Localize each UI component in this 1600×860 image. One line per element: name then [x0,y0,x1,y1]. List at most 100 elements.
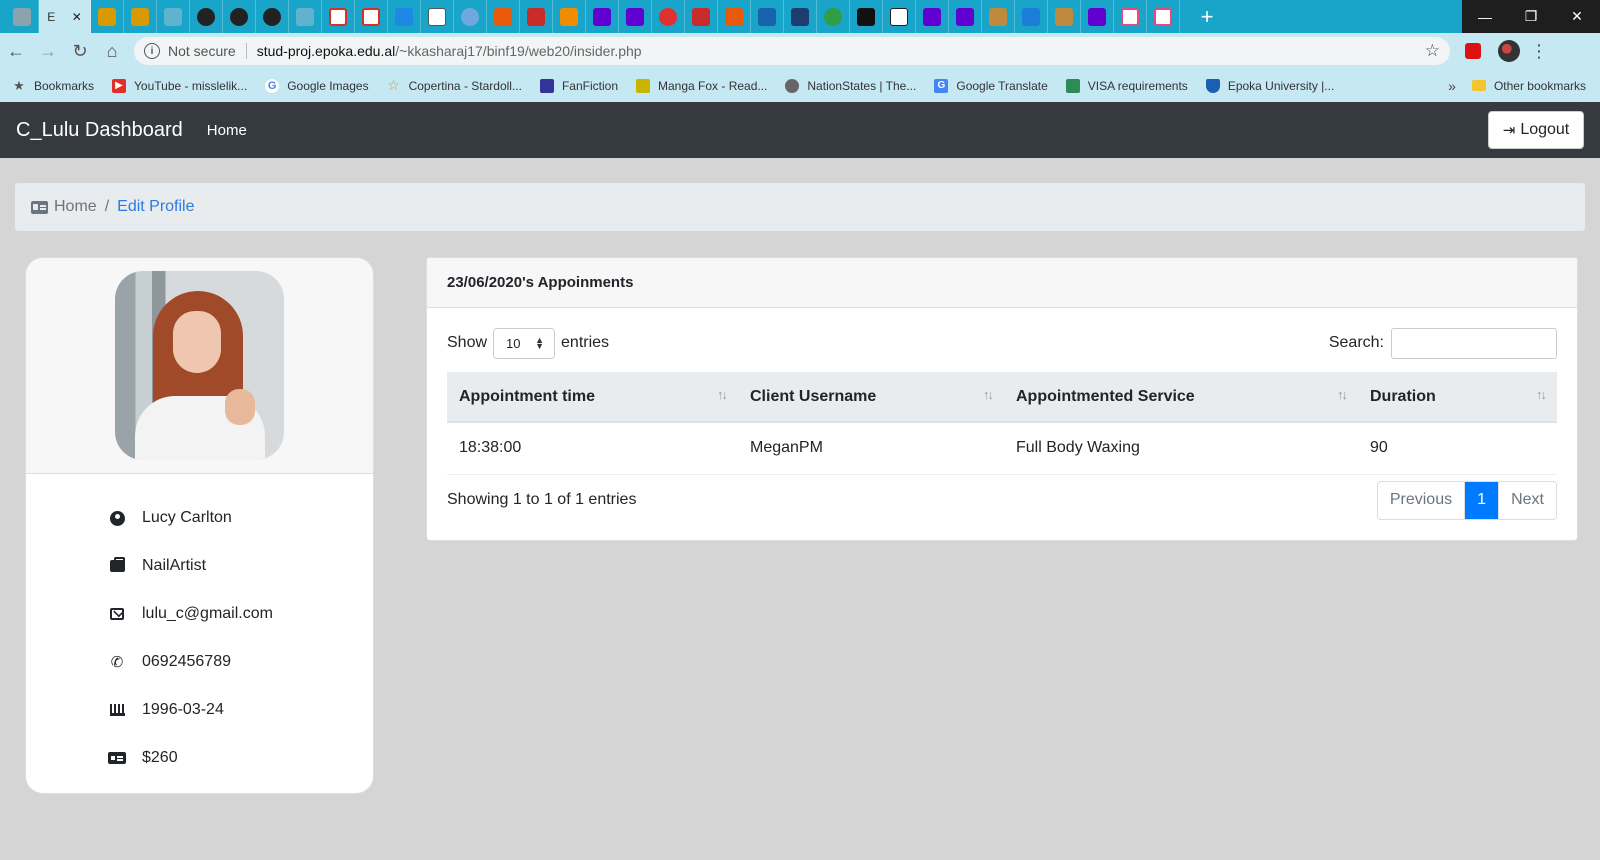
browser-tab[interactable] [124,0,157,33]
browser-tab[interactable] [256,0,289,33]
browser-tab[interactable] [751,0,784,33]
browser-tab[interactable] [520,0,553,33]
home-icon[interactable]: ⌂ [96,35,128,67]
favicon-icon [1022,7,1040,26]
browser-tab[interactable] [1048,0,1081,33]
browser-tab[interactable] [190,0,223,33]
browser-tab[interactable] [289,0,322,33]
new-tab-button[interactable]: + [1192,0,1222,33]
bookmarks-overflow-icon[interactable]: » [1448,78,1456,94]
bookmark-item[interactable]: NationStates | The... [785,78,916,93]
browser-tab[interactable] [619,0,652,33]
previous-page-button[interactable]: Previous [1378,481,1466,519]
bookmark-item[interactable]: Manga Fox - Read... [636,78,767,93]
bookmark-star-icon[interactable]: ☆ [1425,41,1440,61]
browser-tab[interactable] [6,0,39,33]
bookmark-item[interactable]: G Google Translate [934,78,1048,93]
profile-phone-row: ✆ 0692456789 [26,638,373,686]
phone-icon: ✆ [110,654,124,671]
extension-icon[interactable] [1458,36,1488,66]
youtube-icon: ▶ [112,78,127,93]
page-1-button[interactable]: 1 [1465,481,1500,519]
browser-tab[interactable] [685,0,718,33]
money-check-icon [108,749,126,767]
bookmark-item[interactable]: VISA requirements [1065,78,1188,93]
profile-role: NailArtist [142,557,207,574]
profile-phone: 0692456789 [142,653,231,670]
restore-button[interactable]: ❐ [1508,0,1554,33]
browser-tab[interactable] [91,0,124,33]
close-window-button[interactable]: ✕ [1554,0,1600,33]
browser-tab[interactable] [1081,0,1114,33]
browser-tab[interactable] [949,0,982,33]
logout-label: Logout [1520,121,1570,138]
column-header-duration[interactable]: Duration ↑↓ [1358,372,1557,423]
mangafox-icon [636,78,650,93]
yahoo-icon [626,7,644,26]
next-page-button[interactable]: Next [1499,482,1556,519]
minimize-button[interactable]: — [1462,0,1508,33]
browser-tab[interactable] [421,0,454,33]
browser-tab[interactable] [817,0,850,33]
bookmark-item[interactable]: ☆ Copertina - Stardoll... [387,77,522,93]
profile-avatar[interactable] [1498,40,1520,62]
gmail-icon [329,7,347,26]
brand-title[interactable]: C_Lulu Dashboard [16,119,183,142]
browser-tab[interactable] [883,0,916,33]
fanfiction-icon [539,78,554,93]
search-input[interactable] [1391,327,1557,359]
yahoo-icon [1088,7,1106,26]
browser-tab[interactable] [355,0,388,33]
browser-tab[interactable] [487,0,520,33]
info-icon[interactable]: i [144,43,160,59]
bookmark-item[interactable]: ★ Bookmarks [12,78,94,93]
browser-tab[interactable] [982,0,1015,33]
warning-icon [131,7,149,26]
user-circle-icon [108,509,126,527]
favicon-icon [989,7,1007,26]
search-label: Search: [1328,334,1384,351]
back-arrow-icon[interactable]: ← [0,35,32,67]
browser-tab[interactable] [388,0,421,33]
bookmark-item[interactable]: ▶ YouTube - misslelik... [112,78,247,93]
browser-tab[interactable] [1114,0,1147,33]
browser-tab[interactable] [586,0,619,33]
menu-kebab-icon[interactable]: ⋮ [1526,41,1552,62]
column-header-appointment-time[interactable]: Appointment time ↑↓ [447,372,738,423]
column-header-client-username[interactable]: Client Username ↑↓ [738,372,1004,423]
browser-tab[interactable] [784,0,817,33]
nav-home-link[interactable]: Home [207,122,247,139]
browser-tab[interactable] [553,0,586,33]
browser-tab[interactable] [322,0,355,33]
browser-tab[interactable] [1147,0,1180,33]
breadcrumb-edit-profile[interactable]: Edit Profile [117,198,194,216]
appointments-title: 23/06/2020's Appoinments [427,258,1577,308]
favicon-icon [1121,7,1139,26]
browser-tab[interactable] [850,0,883,33]
address-bar[interactable]: i Not secure stud-proj.epoka.edu.al/~kka… [134,37,1450,65]
sort-icon: ↑↓ [1536,387,1547,402]
favicon-icon [296,7,314,26]
breadcrumb-home[interactable]: Home [54,198,97,216]
logout-button[interactable]: ⇥ Logout [1488,111,1584,149]
reload-icon[interactable]: ↻ [64,35,96,67]
browser-tab[interactable] [718,0,751,33]
sort-icon: ↑↓ [1337,387,1348,402]
bookmark-item[interactable]: FanFiction [539,78,618,93]
column-header-service[interactable]: Appointmented Service ↑↓ [1004,372,1358,423]
browser-tab-active[interactable]: E ✕ [39,0,91,33]
forward-arrow-icon[interactable]: → [32,35,64,67]
other-bookmarks[interactable]: Other bookmarks [1471,79,1586,93]
bookmark-item[interactable]: G Google Images [265,78,369,93]
favicon-icon [164,7,182,26]
page-length-select[interactable]: 10 ▲ ▼ [493,327,556,359]
browser-tab[interactable] [157,0,190,33]
tab-close-icon[interactable]: ✕ [72,10,82,24]
browser-tab[interactable] [223,0,256,33]
bookmark-item[interactable]: Epoka University |... [1205,78,1334,93]
browser-tab[interactable] [916,0,949,33]
tomato-icon [659,7,677,26]
browser-tab[interactable] [1015,0,1048,33]
browser-tab[interactable] [652,0,685,33]
browser-tab[interactable] [454,0,487,33]
